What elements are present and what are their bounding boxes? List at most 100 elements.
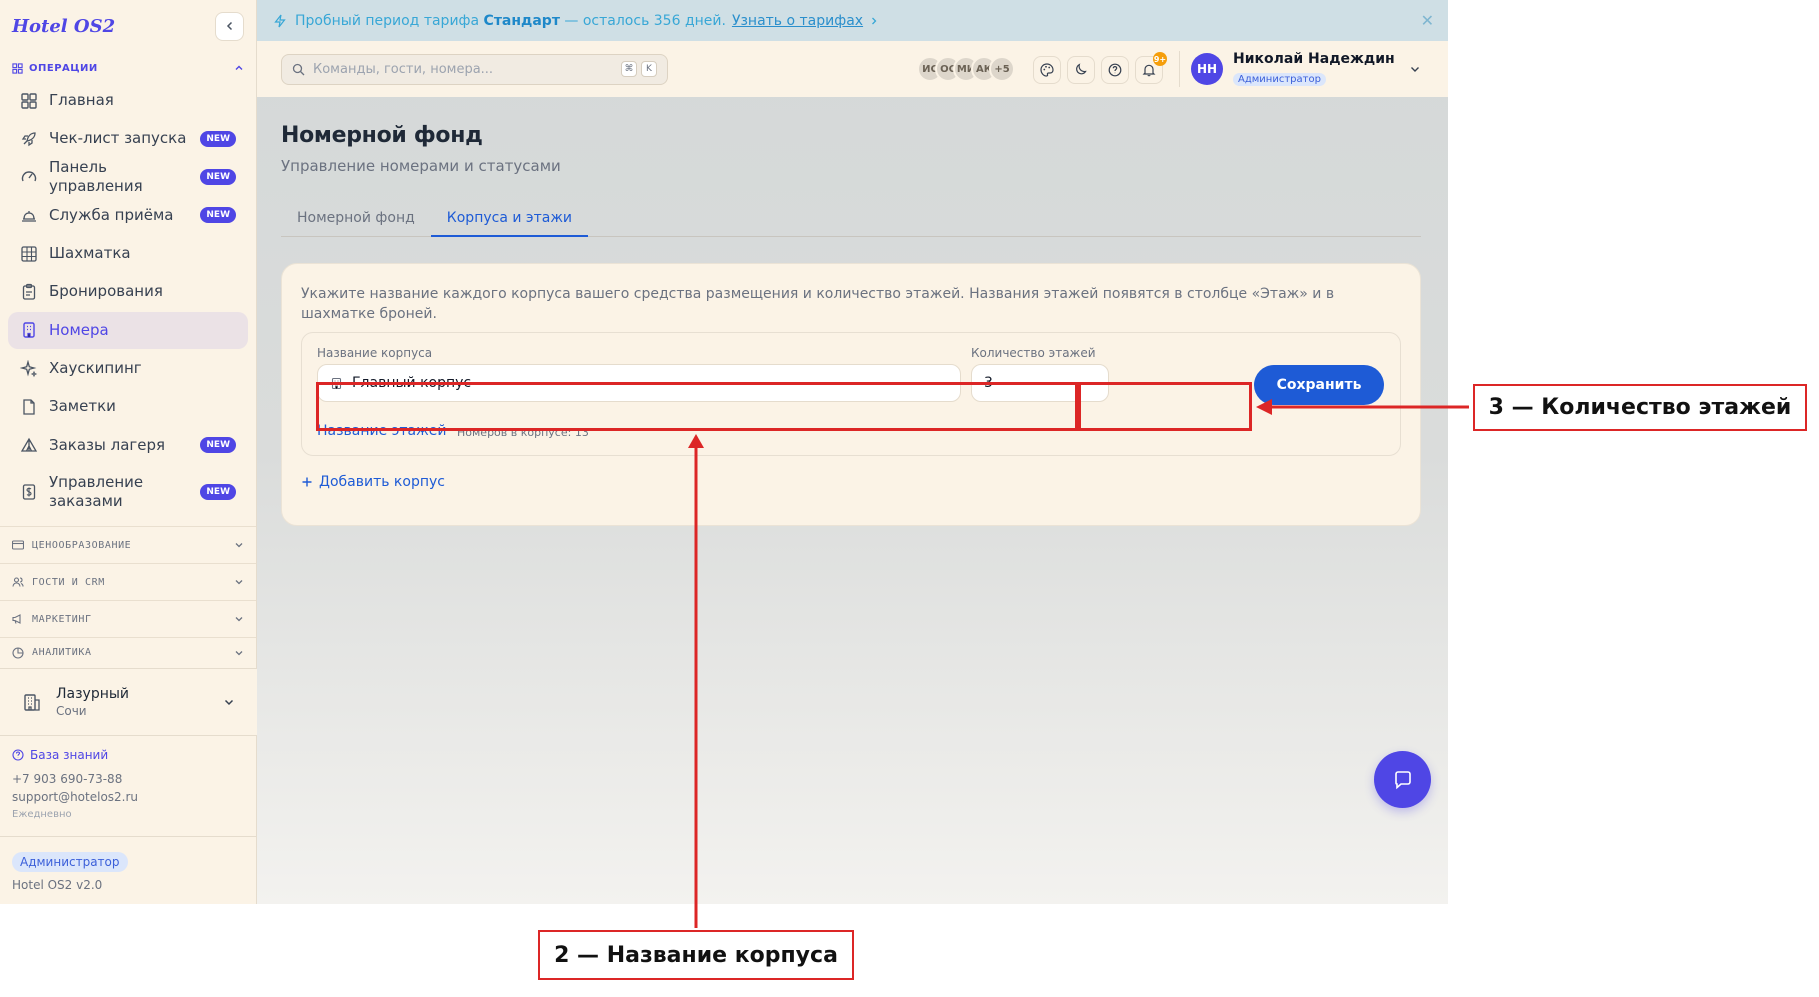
sidebar-item-launch-checklist[interactable]: Чек-лист запуска NEW — [8, 120, 248, 157]
support-block: База знаний +7 903 690-73-88 support@hot… — [12, 746, 138, 824]
pie-chart-icon — [12, 647, 24, 659]
floors-count-label: Количество этажей — [971, 346, 1096, 360]
pricing-link[interactable]: Узнать о тарифах — [732, 13, 863, 29]
page-subtitle: Управление номерами и статусами — [281, 157, 561, 175]
sidebar-item-order-management[interactable]: Управление заказами NEW — [8, 465, 248, 519]
sidebar-item-bookings[interactable]: Бронирования — [8, 273, 248, 310]
moon-icon — [1076, 63, 1087, 75]
group-analytics-label: АНАЛИТИКА — [32, 647, 92, 659]
command-search[interactable]: Команды, гости, номера... ⌘ K — [281, 53, 668, 85]
search-input[interactable]: Команды, гости, номера... — [313, 62, 617, 77]
palette-icon — [1040, 63, 1054, 77]
sidebar-item-housekeeping[interactable]: Хаускипинг — [8, 350, 248, 387]
sparkles-icon — [20, 359, 38, 377]
group-analytics[interactable]: АНАЛИТИКА — [0, 637, 256, 667]
shortcut-key-k: K — [641, 61, 657, 77]
page-title: Номерной фонд — [281, 123, 483, 148]
help-button[interactable] — [1101, 56, 1129, 84]
online-users[interactable]: ИС ОС МИ АК +5 — [917, 56, 1015, 82]
sidebar-item-label: Заказы лагеря — [49, 435, 166, 454]
bell-icon — [1142, 64, 1156, 77]
user-avatar: НН — [1191, 52, 1223, 85]
sidebar-item-home[interactable]: Главная — [8, 82, 248, 119]
close-banner-button[interactable]: ✕ — [1421, 11, 1434, 30]
concierge-bell-icon — [22, 211, 36, 223]
knowledge-base-link[interactable]: База знаний — [12, 746, 138, 764]
toolbar: 9+ — [1033, 52, 1167, 84]
sidebar-item-label: Хаускипинг — [49, 359, 142, 378]
rocket-icon — [21, 132, 36, 147]
knowledge-base-label: База знаний — [30, 748, 109, 762]
user-menu[interactable]: НН Николай Надеждин Администратор — [1191, 51, 1421, 86]
lightning-icon — [274, 14, 286, 27]
sidebar-item-control-panel[interactable]: Панель управления NEW — [8, 158, 248, 196]
chevron-down-icon — [1410, 66, 1419, 72]
new-badge: NEW — [200, 130, 236, 147]
sidebar-item-label: Управление заказами — [49, 472, 144, 510]
help-circle-icon — [1108, 63, 1122, 77]
new-badge: NEW — [200, 207, 236, 224]
chevron-up-icon — [235, 65, 243, 70]
sidebar-item-chessboard[interactable]: Шахматка — [8, 235, 248, 272]
annotation-building-name: 2 — Название корпуса — [538, 930, 854, 980]
trial-suffix: — осталось 356 дней. — [564, 12, 726, 29]
divider — [1179, 51, 1180, 87]
dark-mode-button[interactable] — [1067, 56, 1095, 84]
sidebar: Hotel OS2 ОПЕРАЦИИ Главная Чек-лист запу… — [0, 0, 257, 904]
hotel-name: Лазурный — [56, 686, 130, 702]
support-email[interactable]: support@hotelos2.ru — [12, 788, 138, 806]
card-description: Укажите название каждого корпуса вашего … — [301, 286, 1335, 322]
highlight-building-name — [316, 382, 1078, 431]
sidebar-item-label: Заметки — [49, 397, 116, 416]
top-bar: Команды, гости, номера... ⌘ K ИС ОС МИ А… — [257, 41, 1448, 97]
dashboard-icon — [21, 92, 37, 109]
tab-buildings-floors[interactable]: Корпуса и этажи — [430, 203, 589, 237]
new-badge: NEW — [200, 169, 236, 186]
group-pricing[interactable]: ЦЕНООБРАЗОВАНИЕ — [0, 526, 256, 563]
sidebar-item-camp-orders[interactable]: Заказы лагеря NEW — [8, 427, 248, 464]
sidebar-nav: Главная Чек-лист запуска NEW Панель упра… — [0, 80, 256, 520]
page-content: Номерной фонд Управление номерами и стат… — [257, 97, 1448, 526]
more-users-count[interactable]: +5 — [989, 56, 1015, 82]
user-role-badge: Администратор — [1233, 73, 1326, 86]
credit-card-icon — [12, 540, 24, 550]
new-badge: NEW — [200, 483, 236, 500]
sidebar-footer: Администратор Hotel OS2 v2.0 — [0, 836, 257, 904]
chat-bubble-icon — [1394, 770, 1411, 789]
tab-room-inventory[interactable]: Номерной фонд — [281, 203, 431, 237]
group-guests-crm[interactable]: ГОСТИ И CRM — [0, 563, 256, 600]
save-button[interactable]: Сохранить — [1254, 365, 1384, 405]
add-building-button[interactable]: Добавить корпус — [301, 474, 1401, 490]
theme-palette-button[interactable] — [1033, 56, 1061, 84]
group-marketing[interactable]: МАРКЕТИНГ — [0, 600, 256, 637]
section-operations[interactable]: ОПЕРАЦИИ — [0, 56, 256, 80]
trial-plan: Стандарт — [483, 12, 560, 29]
chevron-down-icon — [235, 543, 243, 548]
hotel-switcher[interactable]: Лазурный Сочи — [0, 668, 257, 736]
sidebar-item-front-desk[interactable]: Служба приёма NEW — [8, 197, 248, 234]
help-circle-icon — [12, 749, 24, 761]
collapse-sidebar-button[interactable] — [215, 11, 244, 41]
annotation-floors-count: 3 — Количество этажей — [1473, 384, 1807, 431]
main-area: Пробный период тарифа Стандарт — осталос… — [257, 0, 1448, 904]
chat-button[interactable] — [1374, 751, 1431, 808]
trial-banner: Пробный период тарифа Стандарт — осталос… — [257, 0, 1448, 41]
sidebar-item-notes[interactable]: Заметки — [8, 388, 248, 425]
chevron-right-icon — [872, 17, 877, 24]
users-icon — [12, 577, 24, 587]
app-window: Hotel OS2 ОПЕРАЦИИ Главная Чек-лист запу… — [0, 0, 1448, 904]
tent-icon — [20, 437, 38, 452]
chevron-left-icon — [226, 21, 232, 31]
group-marketing-label: МАРКЕТИНГ — [32, 613, 92, 625]
user-name: Николай Надеждин — [1233, 51, 1395, 67]
highlight-floors-count — [1078, 382, 1252, 431]
sidebar-item-label: Шахматка — [49, 244, 131, 263]
sidebar-item-rooms[interactable]: Номера — [8, 311, 248, 349]
notifications-button[interactable]: 9+ — [1135, 52, 1167, 84]
sidebar-item-label: Бронирования — [49, 282, 163, 301]
hotel-building-icon — [24, 694, 40, 711]
shortcut-key-cmd: ⌘ — [621, 61, 637, 77]
plus-icon — [302, 477, 312, 487]
support-phone[interactable]: +7 903 690-73-88 — [12, 770, 138, 788]
building-name-label: Название корпуса — [317, 346, 433, 360]
